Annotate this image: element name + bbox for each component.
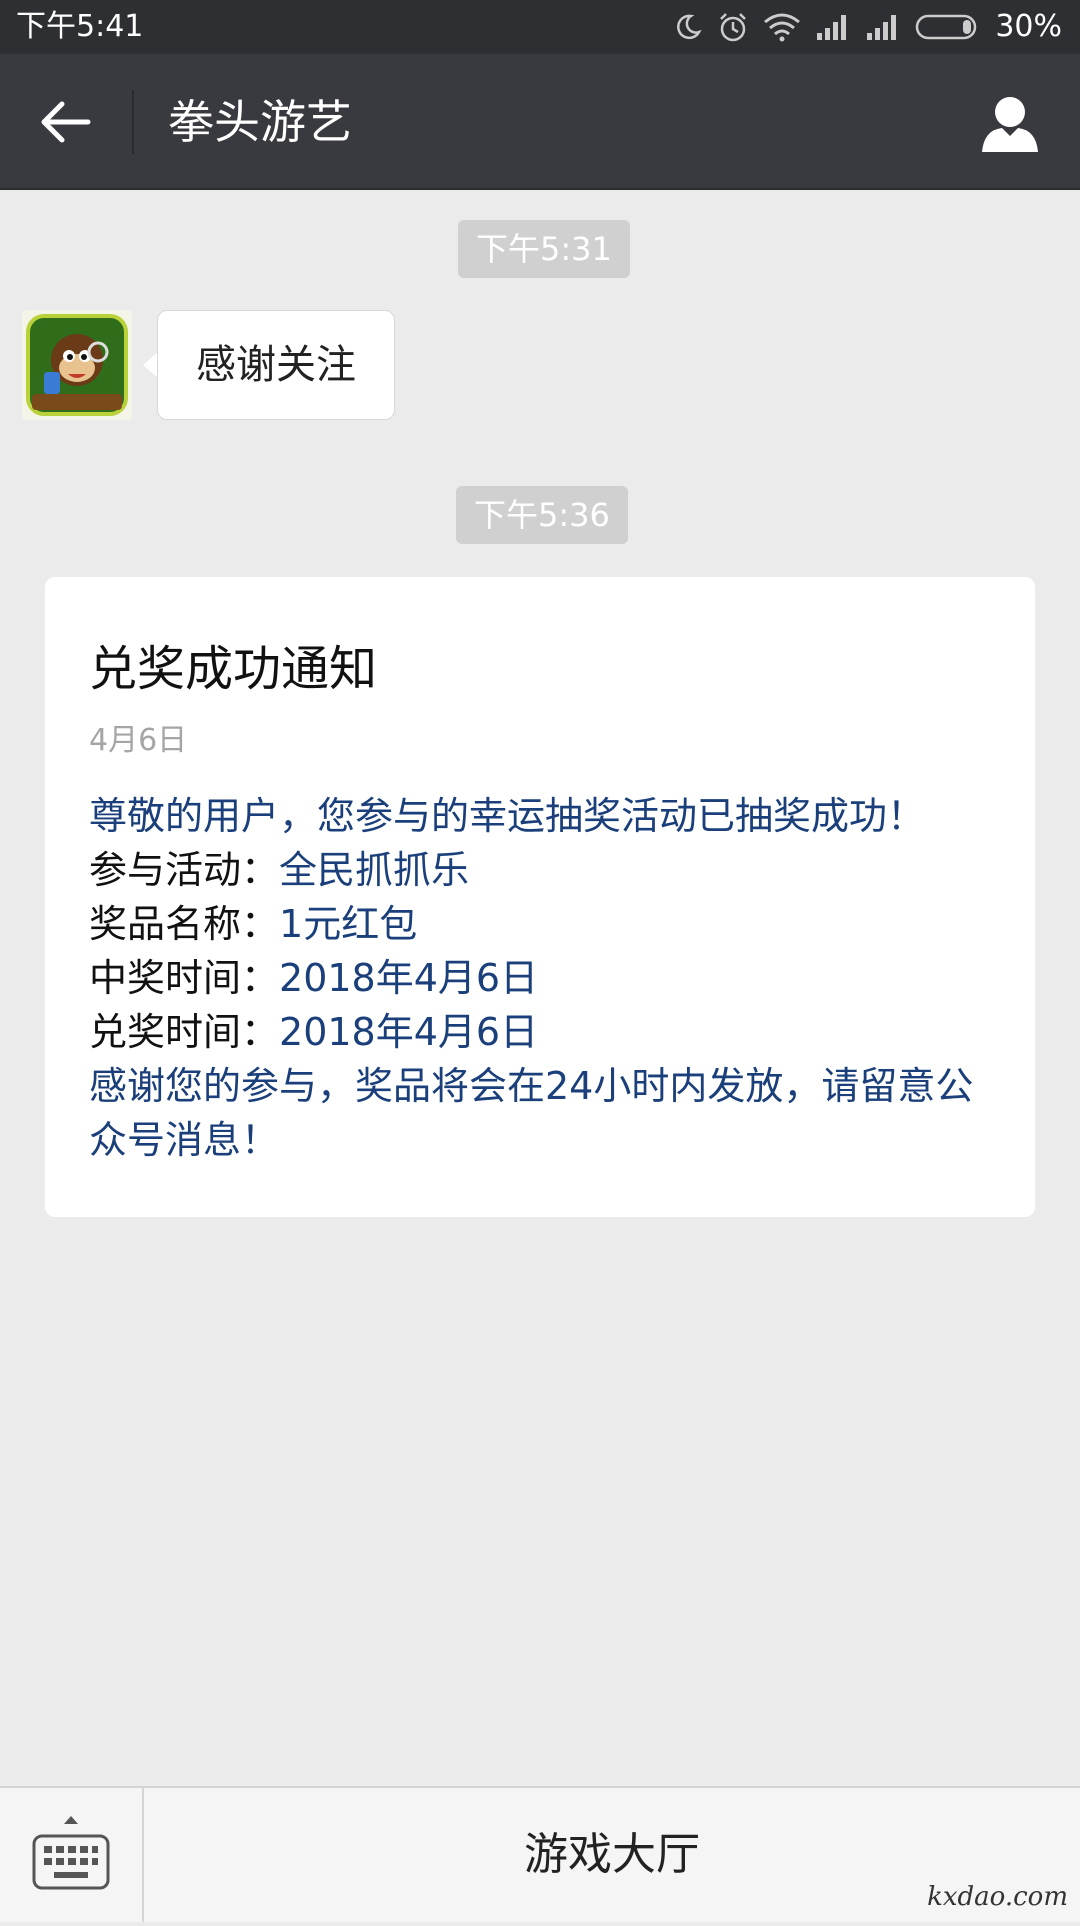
signal-icon [817, 15, 847, 40]
signal-icon-2 [867, 15, 897, 40]
watermark: kxdao.com [927, 1882, 1068, 1912]
field-value: 2018年4月6日 [279, 1010, 539, 1054]
back-button[interactable] [34, 90, 98, 154]
card-body: 尊敬的用户，您参与的幸运抽奖活动已抽奖成功！ 参与活动：全民抓抓乐 奖品名称：1… [89, 789, 991, 1167]
field-label: 奖品名称： [89, 902, 280, 946]
card-field-row: 中奖时间：2018年4月6日 [89, 951, 991, 1005]
nav-bar: 拳头游艺 [0, 54, 1080, 190]
status-icons: 30% [673, 8, 1062, 46]
status-time: 下午5:41 [16, 9, 144, 44]
field-value: 1元红包 [279, 902, 418, 946]
monkey-logo-icon [26, 314, 128, 416]
keyboard-icon [32, 1816, 110, 1890]
wifi-icon [764, 13, 801, 42]
card-intro: 尊敬的用户，您参与的幸运抽奖活动已抽奖成功！ [89, 794, 926, 838]
page-title: 拳头游艺 [168, 95, 352, 149]
back-arrow-icon [41, 101, 91, 143]
nav-divider [132, 90, 134, 154]
battery-icon [916, 14, 977, 40]
message-bubble[interactable]: 感谢关注 [157, 310, 395, 420]
keyboard-toggle-button[interactable] [0, 1788, 144, 1922]
battery-percent: 30% [995, 9, 1062, 44]
profile-button[interactable] [978, 92, 1042, 156]
field-label: 参与活动： [89, 848, 280, 892]
alarm-icon [720, 13, 747, 42]
card-field-row: 奖品名称：1元红包 [89, 897, 991, 951]
field-value: 2018年4月6日 [279, 956, 539, 1000]
field-label: 兑奖时间： [89, 1010, 280, 1054]
avatar[interactable] [22, 310, 132, 420]
card-footer: 感谢您的参与，奖品将会在24小时内发放，请留意公众号消息！ [89, 1064, 974, 1162]
card-field-row: 兑奖时间：2018年4月6日 [89, 1005, 991, 1059]
notification-card[interactable]: 兑奖成功通知 4月6日 尊敬的用户，您参与的幸运抽奖活动已抽奖成功！ 参与活动：… [45, 577, 1035, 1217]
timestamp-chip: 下午5:31 [458, 220, 630, 278]
card-date: 4月6日 [89, 723, 188, 758]
moon-icon [677, 14, 702, 40]
bottom-menu-bar: 游戏大厅 kxdao.com [0, 1786, 1080, 1922]
user-icon [982, 97, 1038, 152]
card-title: 兑奖成功通知 [89, 641, 378, 697]
bubble-tail [143, 352, 158, 378]
field-value: 全民抓抓乐 [279, 848, 470, 892]
card-field-row: 参与活动：全民抓抓乐 [89, 843, 991, 897]
timestamp-chip: 下午5:36 [456, 486, 628, 544]
field-label: 中奖时间： [89, 956, 280, 1000]
status-bar: 下午5:41 30% [0, 0, 1080, 54]
